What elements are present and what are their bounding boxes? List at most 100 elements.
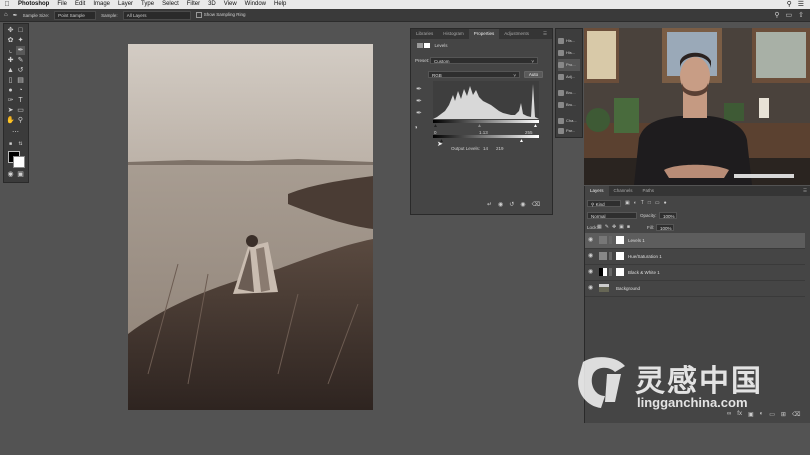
auto-button[interactable]: Auto [524, 71, 543, 78]
default-colors-icon[interactable]: ■ [6, 140, 15, 149]
layer-name[interactable]: Levels 1 [628, 233, 645, 248]
reset-icon[interactable]: ↺ [509, 201, 514, 208]
menu-photoshop[interactable]: Photoshop [14, 0, 53, 9]
lock-position-icon[interactable]: ✥ [612, 224, 616, 230]
share-icon[interactable]: ⇧ [798, 11, 804, 19]
smart-object-filter-icon[interactable]: ▭ [655, 200, 660, 206]
kind-filter-select[interactable]: ⚲ Kind [587, 200, 621, 207]
tab-layers[interactable]: Layers [585, 186, 609, 196]
channel-select[interactable]: RGB ˅ [428, 71, 520, 78]
visibility-icon[interactable]: ◉ [520, 201, 525, 208]
magic-wand-tool-icon[interactable]: ✦ [16, 36, 25, 45]
canvas-image[interactable] [128, 44, 373, 410]
blur-tool-icon[interactable]: ● [6, 86, 15, 95]
layer-name[interactable]: Background [616, 281, 640, 296]
trash-icon[interactable]: ⌫ [532, 201, 540, 208]
tab-properties[interactable]: Properties [468, 29, 500, 39]
visibility-eye-icon[interactable]: ◉ [588, 249, 596, 264]
view-previous-icon[interactable]: ◉ [498, 201, 503, 208]
input-mid-slider[interactable]: ▲ [477, 123, 482, 129]
layer-mask-thumbnail[interactable] [616, 252, 624, 260]
black-point-eyedropper-icon[interactable]: ✒ [416, 85, 422, 93]
strip-item-brush-settings[interactable]: Bru... [558, 99, 580, 111]
path-selection-tool-icon[interactable]: ➤ [6, 106, 15, 115]
healing-brush-tool-icon[interactable]: ✚ [6, 56, 15, 65]
type-filter-icon[interactable]: T [641, 200, 644, 206]
tab-paths[interactable]: Paths [638, 186, 660, 196]
sample-size-select[interactable]: Point Sample [54, 10, 97, 20]
strip-item-brush[interactable]: Bru... [558, 87, 580, 99]
search-icon[interactable]: ⚲ [787, 0, 792, 9]
pixel-filter-icon[interactable]: ▣ [625, 200, 630, 206]
layer-row-hue-saturation[interactable]: ◉ Hue/Saturation 1 [585, 249, 805, 265]
layer-mask-thumbnail[interactable] [616, 268, 624, 276]
show-sampling-ring-checkbox[interactable]: Show Sampling Ring [195, 12, 245, 18]
type-tool-icon[interactable]: T [16, 96, 25, 105]
menu-edit[interactable]: Edit [71, 0, 89, 9]
clone-stamp-tool-icon[interactable]: ▲ [6, 66, 15, 75]
apple-icon[interactable]:  [0, 0, 14, 9]
shape-filter-icon[interactable]: □ [648, 200, 651, 206]
eyedropper-tool-icon[interactable]: ✒ [16, 46, 25, 55]
menu-filter[interactable]: Filter [183, 0, 204, 9]
shape-tool-icon[interactable]: ▭ [16, 106, 25, 115]
menu-image[interactable]: Image [89, 0, 114, 9]
sample-select[interactable]: All Layers [122, 10, 191, 20]
menu-layer[interactable]: Layer [114, 0, 137, 9]
tab-histogram[interactable]: Histogram [438, 29, 469, 39]
menu-list-icon[interactable]: ☰ [798, 0, 804, 9]
opacity-input[interactable]: 100% [659, 212, 677, 219]
input-black-slider[interactable]: ▲ [433, 123, 438, 129]
lock-transparent-icon[interactable]: ▦ [597, 224, 602, 230]
lock-image-icon[interactable]: ✎ [605, 224, 609, 230]
eraser-tool-icon[interactable]: ▯ [6, 76, 15, 85]
blend-mode-select[interactable]: Normal [587, 212, 637, 219]
layer-name[interactable]: Black & White 1 [628, 265, 660, 280]
screen-mode-icon[interactable]: ▣ [16, 170, 25, 179]
marquee-tool-icon[interactable]: □ [16, 26, 25, 35]
layer-row-background[interactable]: ◉ Background [585, 281, 805, 297]
quick-mask-icon[interactable]: ◉ [6, 170, 15, 179]
layer-mask-thumbnail[interactable] [616, 236, 624, 244]
menu-file[interactable]: File [53, 0, 71, 9]
lasso-tool-icon[interactable]: ✿ [6, 36, 15, 45]
swap-colors-icon[interactable]: ⇅ [16, 140, 25, 149]
panel-menu-icon[interactable]: ☰ [798, 186, 810, 196]
pen-tool-icon[interactable]: ✑ [6, 96, 15, 105]
strip-item-history[interactable]: His... [558, 35, 580, 47]
more-tools-icon[interactable]: ⋯ [11, 128, 20, 137]
menu-3d[interactable]: 3D [204, 0, 220, 9]
tab-channels[interactable]: Channels [609, 186, 638, 196]
brush-tool-icon[interactable]: ✎ [16, 56, 25, 65]
menu-select[interactable]: Select [158, 0, 183, 9]
eyedropper-tool-icon[interactable]: ✒ [13, 12, 18, 19]
clip-to-layer-icon[interactable]: ↵ [487, 201, 492, 208]
panel-menu-icon[interactable]: ☰ [538, 29, 552, 39]
output-black-value[interactable]: 14 [483, 146, 488, 151]
move-tool-icon[interactable]: ✥ [6, 26, 15, 35]
mask-icon[interactable] [424, 43, 431, 49]
visibility-eye-icon[interactable]: ◉ [588, 281, 596, 296]
home-icon[interactable]: ⌂ [4, 12, 8, 18]
layer-name[interactable]: Hue/Saturation 1 [628, 249, 662, 264]
strip-item-properties[interactable]: Pro... [558, 59, 580, 71]
preset-select[interactable]: Custom ˅ [430, 57, 538, 64]
layer-row-black-white[interactable]: ◉ Black & White 1 [585, 265, 805, 281]
filter-toggle-icon[interactable]: ● [664, 200, 667, 206]
menu-window[interactable]: Window [241, 0, 270, 9]
layer-row-levels[interactable]: ◉ Levels 1 [585, 233, 805, 249]
menu-type[interactable]: Type [137, 0, 158, 9]
zoom-tool-icon[interactable]: ⚲ [16, 116, 25, 125]
output-white-slider[interactable]: ▲ [519, 138, 524, 144]
history-brush-tool-icon[interactable]: ↺ [16, 66, 25, 75]
fill-input[interactable]: 100% [656, 224, 674, 231]
white-point-eyedropper-icon[interactable]: ✒ [416, 109, 422, 117]
strip-item-adjustments[interactable]: Adj... [558, 71, 580, 83]
gradient-tool-icon[interactable]: ▤ [16, 76, 25, 85]
clipping-icon[interactable]: ◑ [414, 125, 418, 131]
menu-view[interactable]: View [220, 0, 241, 9]
hand-tool-icon[interactable]: ✋ [6, 116, 15, 125]
gray-point-eyedropper-icon[interactable]: ✒ [416, 97, 422, 105]
strip-item-paragraph[interactable]: Par... [558, 125, 580, 137]
output-white-value[interactable]: 219 [496, 146, 504, 151]
